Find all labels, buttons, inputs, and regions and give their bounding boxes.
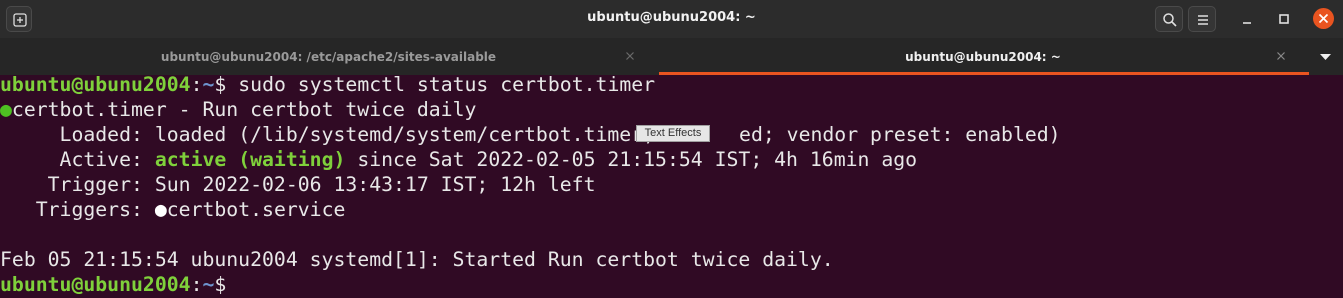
loaded-value: loaded (/lib/systemd/system/certbot.time… [142, 123, 656, 146]
chevron-down-icon [1320, 54, 1331, 60]
triggers-value: certbot.service [166, 198, 346, 221]
tab-label: ubuntu@ubunu2004: ~ [905, 50, 1061, 64]
prompt-user-host: ubuntu@ubunu2004 [0, 73, 191, 96]
prompt-line: ubuntu@ubunu2004:~$ [0, 272, 226, 297]
tab-close-icon[interactable] [1275, 50, 1287, 62]
status-dot-icon: ● [0, 98, 12, 121]
prompt-path: ~ [202, 273, 215, 296]
tab-close-icon[interactable] [624, 50, 636, 62]
status-header: certbot.timer - Run certbot twice daily [11, 98, 477, 121]
triggers-label: Triggers: [0, 198, 143, 221]
close-icon [1318, 13, 1329, 24]
command-line: ubuntu@ubunu2004:~$ sudo systemctl statu… [0, 72, 655, 97]
prompt-symbol: $ [214, 273, 227, 296]
prompt-colon: : [190, 273, 203, 296]
text-effects-tooltip: Text Effects [636, 125, 710, 142]
tab-home[interactable]: ubuntu@ubunu2004: ~ [657, 38, 1309, 75]
tab-bar: ubuntu@ubunu2004: /etc/apache2/sites-ava… [0, 38, 1343, 75]
tab-label: ubuntu@ubunu2004: /etc/apache2/sites-ava… [160, 50, 497, 64]
trigger-label: Trigger: [0, 173, 143, 196]
window-title: ubuntu@ubunu2004: ~ [587, 10, 756, 25]
hamburger-menu-icon [1198, 15, 1208, 25]
loaded-label: Loaded: [0, 123, 143, 146]
prompt-user-host: ubuntu@ubunu2004 [0, 273, 191, 296]
active-label: Active: [0, 148, 143, 171]
log-line: Feb 05 21:15:54 ubunu2004 systemd[1]: St… [0, 248, 834, 271]
trigger-line: Trigger: Sun 2022-02-06 13:43:17 IST; 12… [0, 172, 596, 197]
active-since: since Sat 2022-02-05 21:15:54 IST; 4h 16… [345, 148, 918, 171]
terminal-output[interactable]: ubuntu@ubunu2004:~$ sudo systemctl statu… [0, 72, 1343, 298]
prompt-symbol: $ [214, 73, 227, 96]
status-header-line: ●certbot.timer - Run certbot twice daily [0, 97, 476, 122]
service-dot-icon: ● [154, 198, 167, 221]
search-button[interactable] [1155, 6, 1183, 32]
loaded-line: Loaded: loaded (/lib/systemd/system/cert… [0, 122, 1061, 147]
loaded-value-tail: ed; vendor preset: enabled) [739, 123, 1061, 146]
prompt-path: ~ [202, 73, 215, 96]
terminal-window: ubuntu@ubunu2004: ~ ubuntu@ubunu2004: /e… [0, 0, 1343, 298]
menu-button[interactable] [1188, 6, 1216, 32]
active-state: active (waiting) [154, 148, 346, 171]
triggers-line: Triggers: ●certbot.service [0, 197, 346, 222]
title-bar: ubuntu@ubunu2004: ~ [0, 0, 1343, 38]
maximize-icon[interactable] [1274, 9, 1294, 29]
minimize-icon[interactable] [1237, 9, 1257, 29]
close-button[interactable] [1313, 8, 1334, 29]
search-icon [1163, 13, 1177, 27]
command-text: sudo systemctl status certbot.timer [238, 73, 656, 96]
tab-list-dropdown[interactable] [1309, 38, 1343, 75]
tab-sites-available[interactable]: ubuntu@ubunu2004: /etc/apache2/sites-ava… [0, 38, 657, 75]
trigger-value: Sun 2022-02-06 13:43:17 IST; 12h left [142, 173, 596, 196]
active-line: Active: active (waiting) since Sat 2022-… [0, 147, 918, 172]
prompt-colon: : [190, 73, 203, 96]
